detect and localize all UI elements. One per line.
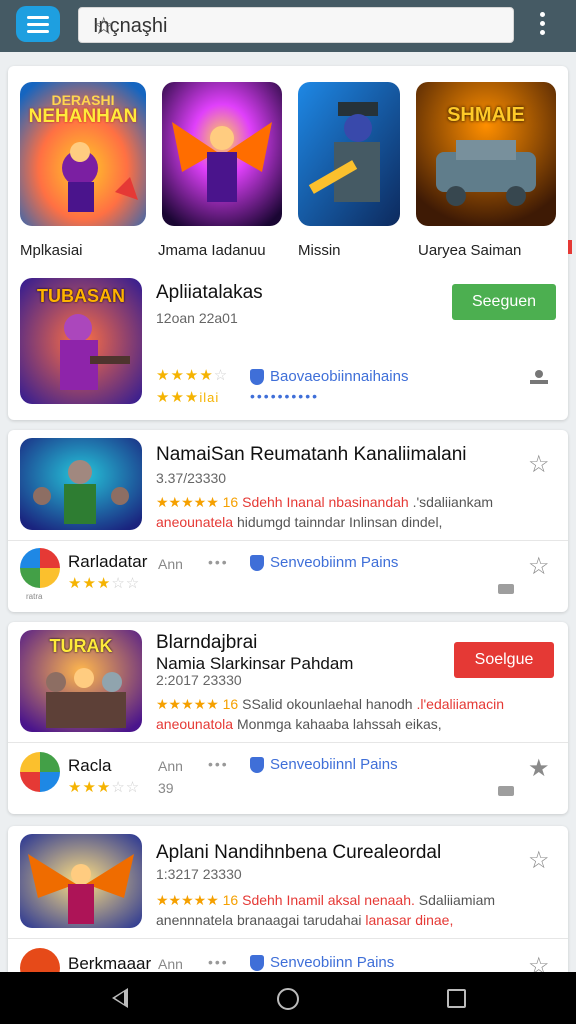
verified-badge[interactable]: Senveobiinn Pains (250, 954, 394, 971)
rating-stars: ★★★☆☆ (68, 779, 141, 796)
search-input[interactable]: Inçnaşhi ☆ (78, 7, 514, 43)
rating-stars: ★★★☆☆ (68, 575, 141, 592)
dots: ••• (208, 954, 229, 970)
divider (8, 938, 568, 939)
favorite-star-icon[interactable]: ★ (528, 754, 550, 783)
app-small-icon[interactable] (20, 752, 60, 792)
app-description-line-2: aneounatela hidumgd tainndar Inlinsan di… (156, 514, 443, 530)
count-label: 39 (158, 780, 174, 796)
shield-icon (250, 554, 264, 571)
ann-label: Ann (158, 758, 183, 774)
ann-label: Ann (158, 956, 183, 972)
app-title[interactable]: NamaiSan Reumatanh Kanaliimalani (156, 444, 467, 466)
flag-icon[interactable] (498, 584, 514, 594)
small-caption: ratra (26, 592, 43, 601)
install-button[interactable]: Seeguen (452, 284, 556, 320)
app-small-icon[interactable] (20, 548, 60, 588)
flag-icon[interactable] (498, 786, 514, 796)
app-list-item-3[interactable]: TURAK Blarndajbrai Namia Slarkinsar Pahd… (8, 622, 568, 814)
app-subtitle: 12oan 22a01 (156, 310, 238, 326)
app-description-line-1: ★★★★★ 16 SSalid okounlaehal hanodh .l'ed… (156, 696, 504, 712)
app-title-line-2[interactable]: Namia Slarkinsar Pahdam (156, 654, 353, 674)
app-small-name[interactable]: Rarladatar (68, 552, 147, 572)
scroll-indicator (568, 240, 572, 254)
app-icon[interactable]: TUBASAN (20, 278, 142, 404)
rating-stars: ★★★★☆ (156, 367, 229, 384)
app-subtitle: 2:2017 23330 (156, 672, 242, 688)
home-icon[interactable] (277, 988, 299, 1010)
app-icon-art: TURAK (49, 636, 113, 656)
verified-badge[interactable]: Senveobiinm Pains (250, 554, 398, 571)
app-title[interactable]: Apliiatalakas (156, 282, 263, 304)
featured-label-2[interactable]: Jmama Iadanuu (158, 242, 266, 259)
app-icon-art: TUBASAN (37, 286, 125, 306)
app-description-line-1: ★★★★★ 16 Sdehh Inamil aksal nenaah. Sdal… (156, 892, 496, 908)
app-list-item-4[interactable]: Aplani Nandihnbena Curealeordal 1:3217 2… (8, 826, 568, 988)
app-title[interactable]: Aplani Nandihnbena Curealeordal (156, 842, 441, 864)
menu-button[interactable] (16, 6, 60, 42)
divider (8, 540, 568, 541)
featured-label-1[interactable]: Mplkasiai (20, 242, 83, 259)
verified-badge[interactable]: Baovaeobiinnaihains (250, 368, 408, 385)
install-button[interactable]: Soelgue (454, 642, 554, 678)
favorite-star-icon[interactable]: ☆ (528, 846, 550, 875)
ann-label: Ann (158, 556, 183, 572)
featured-thumb-1-art: NEHANHAN (28, 106, 138, 127)
app-small-name[interactable]: Berkmaaar (68, 954, 151, 974)
shield-icon (250, 954, 264, 971)
top-app-bar: Inçnaşhi ☆ (0, 0, 576, 52)
featured-card: DERASHI NEHANHAN SHMAIE Mplkasiai Jmama … (8, 66, 568, 420)
dot-row: •••••••••• (250, 388, 320, 404)
favorite-star-icon[interactable]: ☆ (528, 552, 550, 581)
featured-app-thumb-4[interactable]: SHMAIE (416, 82, 556, 226)
verified-badge[interactable]: Senveobiinnl Pains (250, 756, 398, 773)
dots: ••• (208, 554, 229, 570)
app-description-line-1: ★★★★★ 16 Sdehh Inanal nbasinandah .'sdal… (156, 494, 494, 510)
app-description-line-2: anennnatela branaagai tarudahai lanasar … (156, 912, 454, 928)
system-nav-bar (0, 972, 576, 1024)
app-title[interactable]: Blarndajbrai (156, 632, 257, 654)
shield-icon (250, 756, 264, 773)
app-list-item-2[interactable]: NamaiSan Reumatanh Kanaliimalani 3.37/23… (8, 430, 568, 612)
app-icon[interactable] (20, 834, 142, 928)
download-icon[interactable] (530, 370, 548, 388)
app-description-line-2: aneounatola Monmga kahaaba lahssah eikas… (156, 716, 442, 732)
rating-stars-secondary: ★★★ilai (156, 389, 220, 406)
app-subtitle: 3.37/23330 (156, 470, 227, 486)
featured-app-thumb-1[interactable]: DERASHI NEHANHAN (20, 82, 146, 226)
divider (8, 266, 568, 267)
recents-icon[interactable] (447, 989, 466, 1008)
rating-small-text: ilai (199, 390, 220, 405)
featured-app-thumb-3[interactable] (298, 82, 400, 226)
favorite-star-icon[interactable]: ☆ (93, 12, 501, 41)
app-subtitle: 1:3217 23330 (156, 866, 242, 882)
featured-app-thumb-2[interactable] (162, 82, 282, 226)
featured-label-3[interactable]: Missin (298, 242, 341, 259)
featured-label-4[interactable]: Uaryea Saiman (418, 242, 521, 259)
dots: ••• (208, 756, 229, 772)
back-icon[interactable] (112, 988, 128, 1008)
divider (8, 742, 568, 743)
featured-thumb-4-art: SHMAIE (447, 104, 525, 126)
app-icon[interactable] (20, 438, 142, 530)
shield-icon (250, 368, 264, 385)
favorite-star-icon[interactable]: ☆ (528, 450, 550, 479)
app-small-name[interactable]: Racla (68, 756, 111, 776)
app-icon[interactable]: TURAK (20, 630, 142, 732)
overflow-menu-icon[interactable] (534, 12, 550, 40)
verified-text: Baovaeobiinnaihains (270, 368, 409, 385)
